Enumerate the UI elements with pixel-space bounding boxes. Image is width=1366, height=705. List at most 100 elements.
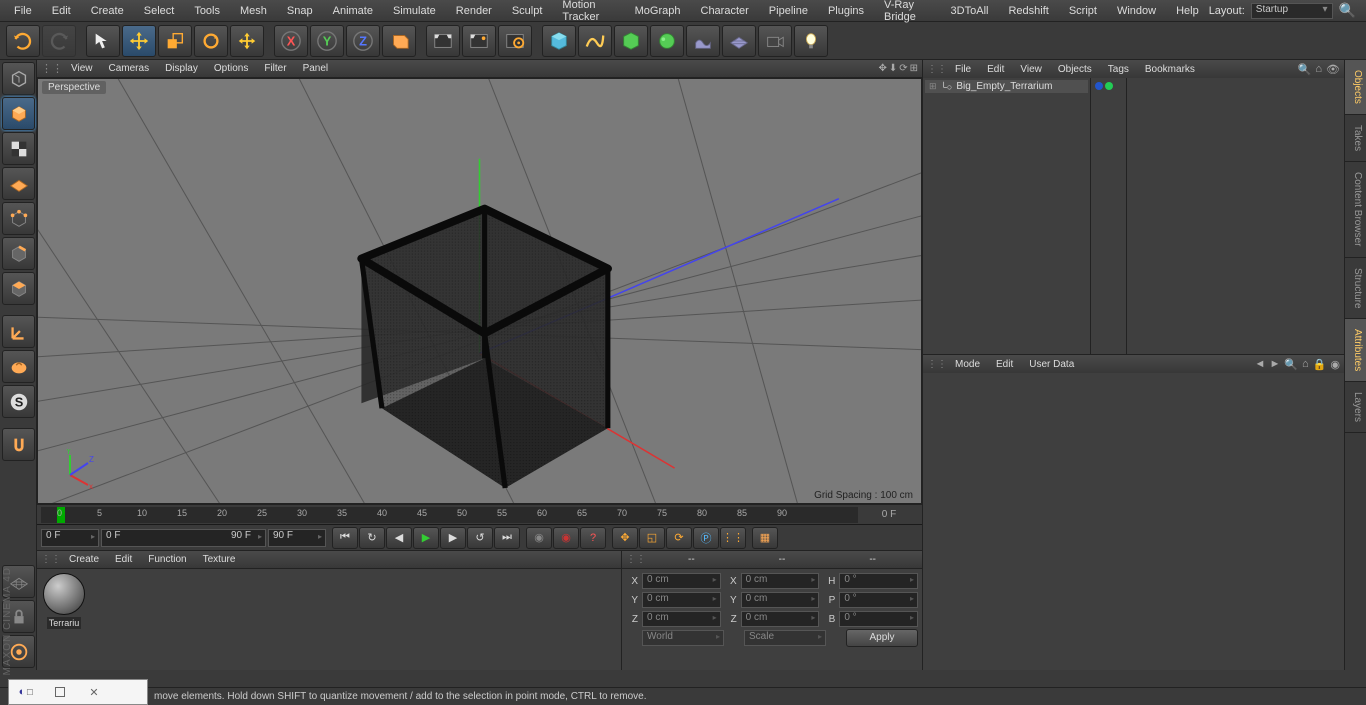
- tab-objects[interactable]: Objects: [1345, 60, 1366, 115]
- autokey-button[interactable]: ◉: [553, 527, 579, 549]
- key-button[interactable]: ?: [580, 527, 606, 549]
- menu-edit[interactable]: Edit: [42, 2, 81, 20]
- obj-eye-icon[interactable]: 👁: [1326, 63, 1340, 76]
- menu-sculpt[interactable]: Sculpt: [502, 2, 553, 20]
- menu-pipeline[interactable]: Pipeline: [759, 2, 818, 20]
- obj-menu-bookmarks[interactable]: Bookmarks: [1137, 63, 1203, 76]
- taskbar-app-icon[interactable]: ◐☐: [9, 680, 43, 704]
- menu-help[interactable]: Help: [1166, 2, 1209, 20]
- vp-menu-display[interactable]: Display: [157, 62, 206, 75]
- attr-lock-icon[interactable]: 🔒: [1313, 358, 1327, 371]
- mat-menu-create[interactable]: Create: [61, 553, 107, 566]
- snap-toggle-button[interactable]: S: [2, 385, 35, 418]
- tab-takes[interactable]: Takes: [1345, 115, 1366, 162]
- attr-search-icon[interactable]: 🔍: [1284, 358, 1298, 371]
- timeline[interactable]: 0 5 10 15 20 25 30 35 40 45 50 55 60 65 …: [37, 504, 922, 524]
- mat-menu-texture[interactable]: Texture: [195, 553, 244, 566]
- obj-search-icon[interactable]: 🔍: [1298, 63, 1312, 76]
- attr-nav-back-icon[interactable]: ◄: [1255, 358, 1266, 371]
- loop-button[interactable]: ↻: [359, 527, 385, 549]
- taskbar-window-icon[interactable]: [43, 680, 77, 704]
- timeline-track[interactable]: 0 5 10 15 20 25 30 35 40 45 50 55 60 65 …: [41, 507, 858, 523]
- obj-menu-tags[interactable]: Tags: [1100, 63, 1137, 76]
- render-view-button[interactable]: [426, 25, 460, 57]
- coord-mode-scale[interactable]: Scale: [744, 630, 826, 646]
- attr-menu-userdata[interactable]: User Data: [1021, 358, 1082, 371]
- key-scale-button[interactable]: ◱: [639, 527, 665, 549]
- add-camera-button[interactable]: [758, 25, 792, 57]
- menu-character[interactable]: Character: [691, 2, 759, 20]
- expand-icon[interactable]: ⊞: [929, 81, 937, 92]
- coord-mode-world[interactable]: World: [642, 630, 724, 646]
- x-axis-button[interactable]: X: [274, 25, 308, 57]
- vp-move-icon[interactable]: ✥: [878, 63, 886, 74]
- size-z-field[interactable]: 0 cm: [741, 611, 820, 627]
- menu-mesh[interactable]: Mesh: [230, 2, 277, 20]
- taskbar-close-icon[interactable]: ✕: [77, 680, 111, 704]
- vp-rotate-icon[interactable]: ⟳: [899, 63, 907, 74]
- attr-menu-edit[interactable]: Edit: [988, 358, 1021, 371]
- menu-create[interactable]: Create: [81, 2, 134, 20]
- edge-mode-button[interactable]: [2, 237, 35, 270]
- menu-mograph[interactable]: MoGraph: [625, 2, 691, 20]
- material-name-label[interactable]: Terrariu: [47, 617, 82, 629]
- add-floor-button[interactable]: [722, 25, 756, 57]
- tab-content-browser[interactable]: Content Browser: [1345, 162, 1366, 257]
- move-button[interactable]: [122, 25, 156, 57]
- menu-3dtoall[interactable]: 3DToAll: [941, 2, 999, 20]
- menu-redshift[interactable]: Redshift: [998, 2, 1058, 20]
- vp-maximize-icon[interactable]: ⊞: [910, 63, 918, 74]
- record-button[interactable]: ◉: [526, 527, 552, 549]
- object-name-label[interactable]: Big_Empty_Terrarium: [956, 81, 1052, 92]
- obj-menu-view[interactable]: View: [1012, 63, 1050, 76]
- material-preview-icon[interactable]: [43, 573, 85, 615]
- menu-plugins[interactable]: Plugins: [818, 2, 874, 20]
- menu-motiontracker[interactable]: Motion Tracker: [552, 0, 624, 26]
- visibility-editor-flag[interactable]: [1095, 82, 1103, 90]
- texture-mode-button[interactable]: [2, 132, 35, 165]
- add-generator-button[interactable]: [614, 25, 648, 57]
- attr-menu-mode[interactable]: Mode: [947, 358, 988, 371]
- redo-button[interactable]: [42, 25, 76, 57]
- material-item[interactable]: Terrariu: [41, 573, 87, 666]
- obj-menu-edit[interactable]: Edit: [979, 63, 1012, 76]
- polygon-mode-button[interactable]: [2, 272, 35, 305]
- mat-menu-function[interactable]: Function: [140, 553, 194, 566]
- coord-system-button[interactable]: [382, 25, 416, 57]
- goto-start-button[interactable]: ⏮: [332, 527, 358, 549]
- vp-menu-options[interactable]: Options: [206, 62, 256, 75]
- vp-menu-filter[interactable]: Filter: [256, 62, 294, 75]
- mat-menu-edit[interactable]: Edit: [107, 553, 140, 566]
- menu-file[interactable]: File: [4, 2, 42, 20]
- search-icon[interactable]: 🔍: [1339, 2, 1356, 19]
- render-picture-button[interactable]: [462, 25, 496, 57]
- scale-button[interactable]: [158, 25, 192, 57]
- menu-select[interactable]: Select: [134, 2, 185, 20]
- start-frame-field[interactable]: 0 F: [41, 529, 99, 547]
- tab-layers[interactable]: Layers: [1345, 382, 1366, 433]
- key-param-button[interactable]: Ⓟ: [693, 527, 719, 549]
- model-mode-button[interactable]: [2, 97, 35, 130]
- make-editable-button[interactable]: [2, 62, 35, 95]
- menu-script[interactable]: Script: [1059, 2, 1107, 20]
- menu-tools[interactable]: Tools: [184, 2, 230, 20]
- layout-dropdown[interactable]: Startup: [1251, 3, 1333, 19]
- tweak-button[interactable]: [2, 350, 35, 383]
- obj-menu-objects[interactable]: Objects: [1050, 63, 1100, 76]
- end-frame-field[interactable]: 90 F: [268, 529, 326, 547]
- pos-y-field[interactable]: 0 cm: [642, 592, 721, 608]
- add-light-button[interactable]: [794, 25, 828, 57]
- size-y-field[interactable]: 0 cm: [741, 592, 820, 608]
- add-cube-button[interactable]: [542, 25, 576, 57]
- menu-render[interactable]: Render: [446, 2, 502, 20]
- obj-menu-file[interactable]: File: [947, 63, 979, 76]
- menu-simulate[interactable]: Simulate: [383, 2, 446, 20]
- y-axis-button[interactable]: Y: [310, 25, 344, 57]
- live-select-button[interactable]: [86, 25, 120, 57]
- add-deformer-button[interactable]: [650, 25, 684, 57]
- film-button[interactable]: ▦: [752, 527, 778, 549]
- size-x-field[interactable]: 0 cm: [741, 573, 820, 589]
- pos-x-field[interactable]: 0 cm: [642, 573, 721, 589]
- magnet-button[interactable]: [2, 428, 35, 461]
- rotate-button[interactable]: [194, 25, 228, 57]
